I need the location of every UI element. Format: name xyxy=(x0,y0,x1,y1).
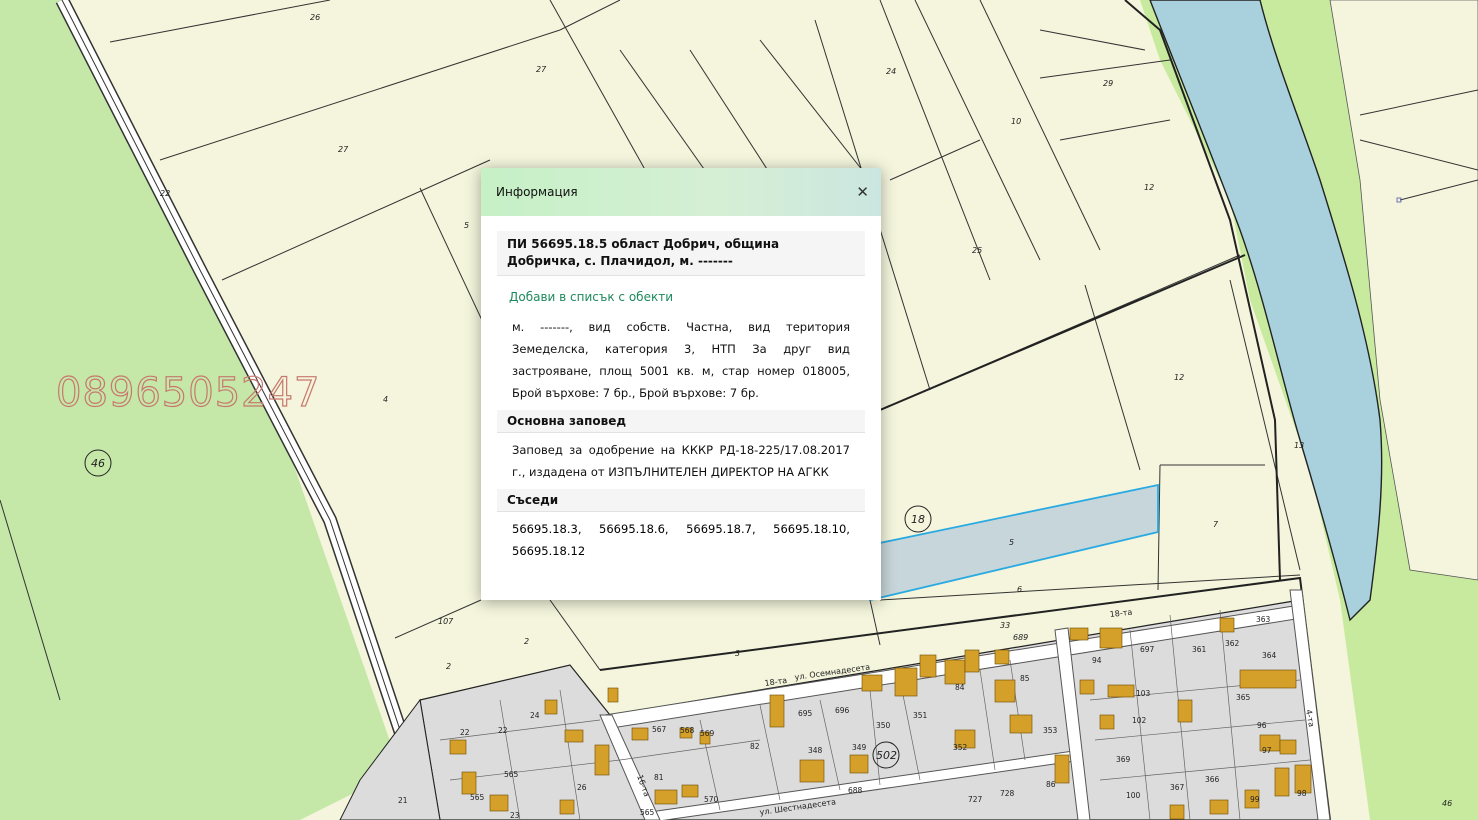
svg-text:367: 367 xyxy=(1170,783,1185,792)
svg-text:361: 361 xyxy=(1192,645,1207,654)
svg-text:568: 568 xyxy=(680,726,695,735)
svg-text:86: 86 xyxy=(1046,780,1056,789)
svg-text:362: 362 xyxy=(1225,639,1240,648)
neighbor-item[interactable]: 56695.18.10, xyxy=(773,518,850,540)
svg-text:364: 364 xyxy=(1262,651,1277,660)
svg-text:10: 10 xyxy=(1011,117,1021,126)
svg-text:96: 96 xyxy=(1257,721,1267,730)
svg-text:13: 13 xyxy=(1294,441,1304,450)
svg-text:22: 22 xyxy=(498,726,508,735)
svg-text:695: 695 xyxy=(798,709,813,718)
svg-text:82: 82 xyxy=(750,742,760,751)
svg-text:697: 697 xyxy=(1140,645,1155,654)
svg-text:2: 2 xyxy=(446,662,451,671)
neighbor-item[interactable]: 56695.18.12 xyxy=(512,540,850,562)
svg-text:6: 6 xyxy=(1017,585,1022,594)
svg-text:94: 94 xyxy=(1092,656,1102,665)
svg-text:46: 46 xyxy=(91,457,105,470)
svg-text:570: 570 xyxy=(704,795,719,804)
svg-text:25: 25 xyxy=(972,246,982,255)
svg-text:688: 688 xyxy=(848,786,863,795)
svg-text:565: 565 xyxy=(640,808,655,817)
svg-text:85: 85 xyxy=(1020,674,1030,683)
neighbor-item[interactable]: 56695.18.3, xyxy=(512,518,582,540)
svg-text:26: 26 xyxy=(310,13,320,22)
svg-text:365: 365 xyxy=(1236,693,1251,702)
svg-text:84: 84 xyxy=(955,683,965,692)
svg-text:24: 24 xyxy=(886,67,896,76)
svg-text:18: 18 xyxy=(911,513,925,526)
svg-text:12: 12 xyxy=(1144,183,1154,192)
neighbor-item[interactable]: 56695.18.7, xyxy=(686,518,756,540)
svg-text:350: 350 xyxy=(876,721,891,730)
svg-text:22: 22 xyxy=(460,728,470,737)
close-icon[interactable]: ✕ xyxy=(852,181,873,203)
svg-text:353: 353 xyxy=(1043,726,1058,735)
svg-text:351: 351 xyxy=(913,711,928,720)
neighbors-heading: Съседи xyxy=(497,489,865,512)
neighbor-item[interactable]: 56695.18.6, xyxy=(599,518,669,540)
svg-text:24: 24 xyxy=(530,711,540,720)
svg-text:689: 689 xyxy=(1013,633,1028,642)
svg-text:727: 727 xyxy=(968,795,983,804)
svg-text:81: 81 xyxy=(654,773,664,782)
svg-text:3: 3 xyxy=(735,649,740,658)
svg-text:21: 21 xyxy=(398,796,408,805)
svg-text:728: 728 xyxy=(1000,789,1015,798)
svg-text:103: 103 xyxy=(1136,689,1151,698)
svg-text:100: 100 xyxy=(1126,791,1141,800)
svg-text:12: 12 xyxy=(1174,373,1184,382)
watermark-phone-number: 0896505247 xyxy=(55,369,321,416)
svg-text:352: 352 xyxy=(953,743,968,752)
order-heading: Основна заповед xyxy=(497,410,865,433)
svg-text:696: 696 xyxy=(835,706,850,715)
svg-text:569: 569 xyxy=(700,729,715,738)
svg-text:363: 363 xyxy=(1256,615,1271,624)
svg-text:567: 567 xyxy=(652,725,667,734)
popup-header: Информация ✕ xyxy=(481,168,881,216)
svg-text:27: 27 xyxy=(338,145,349,154)
popup-body: ПИ 56695.18.5 област Добрич, община Добр… xyxy=(481,216,881,568)
order-text: Заповед за одобрение на КККР РД-18-225/1… xyxy=(512,443,850,479)
svg-text:27: 27 xyxy=(536,65,547,74)
svg-text:5: 5 xyxy=(464,221,469,230)
svg-text:98: 98 xyxy=(1297,789,1307,798)
neighbors-list: 56695.18.3, 56695.18.6, 56695.18.7, 5669… xyxy=(497,512,865,568)
svg-text:349: 349 xyxy=(852,743,867,752)
svg-text:565: 565 xyxy=(504,770,519,779)
popup-title: Информация xyxy=(496,185,578,199)
svg-text:29: 29 xyxy=(1103,79,1113,88)
svg-text:369: 369 xyxy=(1116,755,1131,764)
svg-text:46: 46 xyxy=(1442,799,1452,808)
svg-text:5: 5 xyxy=(1009,538,1014,547)
svg-text:4: 4 xyxy=(383,395,388,404)
svg-text:107: 107 xyxy=(438,617,454,626)
svg-text:23: 23 xyxy=(510,811,520,820)
svg-text:2: 2 xyxy=(524,637,529,646)
add-to-list-link[interactable]: Добави в списък с обекти xyxy=(497,276,865,312)
svg-text:33: 33 xyxy=(1000,621,1010,630)
svg-text:502: 502 xyxy=(876,749,897,762)
svg-text:565: 565 xyxy=(470,793,485,802)
parcel-title: ПИ 56695.18.5 област Добрич, община Добр… xyxy=(497,231,865,276)
svg-text:366: 366 xyxy=(1205,775,1220,784)
svg-text:102: 102 xyxy=(1132,716,1147,725)
parcel-description: м. -------, вид собств. Частна, вид тери… xyxy=(512,320,850,400)
svg-text:348: 348 xyxy=(808,746,823,755)
svg-text:97: 97 xyxy=(1262,746,1272,755)
svg-text:26: 26 xyxy=(577,783,587,792)
info-popup: Информация ✕ ПИ 56695.18.5 област Добрич… xyxy=(481,168,881,600)
svg-text:99: 99 xyxy=(1250,795,1260,804)
svg-text:22: 22 xyxy=(160,189,170,198)
